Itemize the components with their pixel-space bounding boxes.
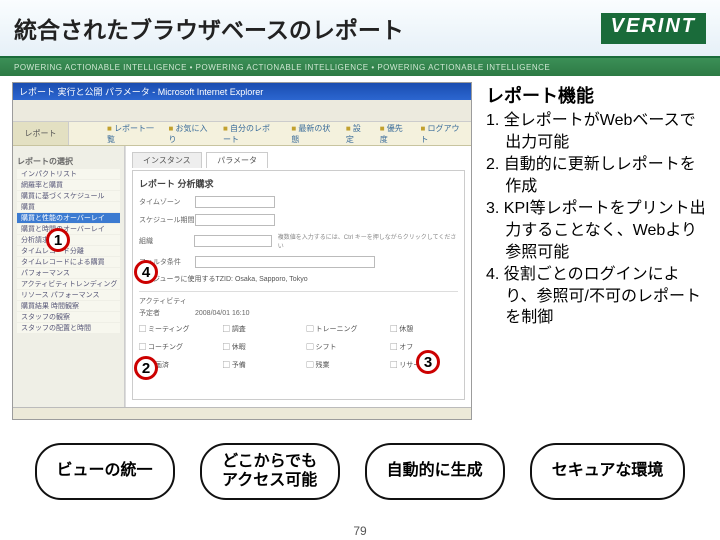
timezone-select[interactable] xyxy=(195,196,275,208)
activity-checkbox[interactable]: 予備 xyxy=(223,360,291,370)
feature-text: レポート機能 1. 全レポートがWebベースで出力可能 2. 自動的に更新しレポ… xyxy=(472,82,708,420)
nav-item[interactable]: 自分のレポート xyxy=(223,123,277,145)
browser-titlebar: レポート 実行と公開 パラメータ - Microsoft Internet Ex… xyxy=(13,83,471,100)
page-number: 79 xyxy=(353,524,366,538)
nav-item[interactable]: 最新の状態 xyxy=(291,123,332,145)
activity-checkbox[interactable]: シフト xyxy=(307,342,375,352)
feature-item: 1. 全レポートがWebベースで出力可能 xyxy=(486,110,708,153)
app-nav: レポート一覧 お気に入り 自分のレポート 最新の状態 設定 優先度 ログアウト xyxy=(97,122,471,145)
feature-heading: レポート機能 xyxy=(486,82,708,108)
tree-heading: レポートの選択 xyxy=(17,156,120,167)
oval-access: どこからでも アクセス可能 xyxy=(200,443,340,500)
callout-2: 2 xyxy=(134,356,158,380)
panel-heading: レポート 分析購求 xyxy=(139,177,214,190)
tab-parameter[interactable]: パラメータ xyxy=(206,152,268,168)
tree-group[interactable]: パフォーマンス xyxy=(17,268,120,278)
tree-item-active[interactable]: 購買と性能のオーバーレイ xyxy=(17,213,120,223)
tab-instance[interactable]: インスタンス xyxy=(132,152,202,168)
filter-input[interactable] xyxy=(195,256,375,268)
tree-item[interactable]: リソース パフォーマンス xyxy=(17,290,120,300)
oval-unified-view: ビューの統一 xyxy=(35,443,175,500)
app-header: レポート レポート一覧 お気に入り 自分のレポート 最新の状態 設定 優先度 ロ… xyxy=(13,122,471,146)
field-label: スケジュール期間 xyxy=(139,215,195,225)
browser-statusbar xyxy=(13,407,471,419)
scheduler-note: スケジューラに使用するTZID: Osaka, Sapporo, Tokyo xyxy=(139,274,458,285)
field-hint: 複数値を入力するには、Ctrl キーを押しながらクリックしてください xyxy=(278,232,458,250)
feature-item: 2. 自動的に更新しレポートを作成 xyxy=(486,154,708,197)
tree-item[interactable]: 購買と時間のオーバーレイ xyxy=(17,224,120,234)
tree-item[interactable]: スタッフの観察 xyxy=(17,312,120,322)
tree-item[interactable]: アクティビティトレンディング xyxy=(17,279,120,289)
nav-item[interactable]: お気に入り xyxy=(168,123,209,145)
tagline-strip: POWERING ACTIONABLE INTELLIGENCE • POWER… xyxy=(0,58,720,76)
nav-item[interactable]: 優先度 xyxy=(380,123,407,145)
date-value: 2008/04/01 16:10 xyxy=(195,310,250,317)
activity-checkbox[interactable]: 残業 xyxy=(307,360,375,370)
callout-3: 3 xyxy=(416,350,440,374)
activity-checkbox[interactable]: 調査 xyxy=(223,324,291,334)
org-select[interactable] xyxy=(194,235,272,247)
callout-4: 4 xyxy=(134,260,158,284)
main-tabs: インスタンス パラメータ xyxy=(132,152,465,170)
nav-item[interactable]: レポート一覧 xyxy=(107,123,154,145)
tree-item[interactable]: 網羅率と購買 xyxy=(17,180,120,190)
feature-item: 4. 役割ごとのログインにより、参照可/不可のレポートを制御 xyxy=(486,264,708,329)
tree-item[interactable]: 購買 xyxy=(17,202,120,212)
form-panel: レポート 分析購求 タイムゾーン スケジュール期間 組織 複数値を入力するには、C… xyxy=(132,170,465,400)
field-label: タイムゾーン xyxy=(139,197,195,207)
field-label: 組織 xyxy=(139,236,194,246)
tree-group[interactable]: 購買に基づくスケジュール xyxy=(17,191,120,201)
activity-checkbox[interactable]: コーチング xyxy=(139,342,207,352)
feature-item: 3. KPI等レポートをプリント出力することなく、Webより参照可能 xyxy=(486,198,708,263)
embedded-screenshot: レポート 実行と公開 パラメータ - Microsoft Internet Ex… xyxy=(12,82,472,420)
tree-group[interactable]: インパクトリスト xyxy=(17,169,120,179)
activity-checkbox[interactable]: トレーニング xyxy=(307,324,375,334)
tree-item[interactable]: タイムレコード分離 xyxy=(17,246,120,256)
title-bar: 統合されたブラウザベースのレポート VERINT xyxy=(0,0,720,58)
callout-1: 1 xyxy=(46,228,70,252)
tree-item[interactable]: タイムレコードによる購買 xyxy=(17,257,120,267)
tree-group[interactable]: 購買結果 時間観察 xyxy=(17,301,120,311)
left-tree: レポートの選択 インパクトリスト 網羅率と購買 購買に基づくスケジュール 購買 … xyxy=(13,146,125,407)
nav-item[interactable]: ログアウト xyxy=(420,123,461,145)
app-side-tab[interactable]: レポート xyxy=(13,122,69,145)
oval-auto: 自動的に生成 xyxy=(365,443,505,500)
activity-checkbox[interactable]: ミーティング xyxy=(139,324,207,334)
period-select[interactable] xyxy=(195,214,275,226)
activity-checkbox[interactable]: 休暇 xyxy=(223,342,291,352)
activity-checkbox[interactable]: 休憩 xyxy=(390,324,458,334)
tree-item[interactable]: スタッフの配置と時間 xyxy=(17,323,120,333)
summary-ovals: ビューの統一 どこからでも アクセス可能 自動的に生成 セキュアな環境 xyxy=(0,443,720,500)
oval-secure: セキュアな環境 xyxy=(530,443,686,500)
slide-title: 統合されたブラウザベースのレポート xyxy=(14,11,404,45)
brand-logo: VERINT xyxy=(601,13,706,44)
date-label: 予定者 xyxy=(139,308,195,318)
nav-item[interactable]: 設定 xyxy=(346,123,366,145)
activity-label: アクティビティ xyxy=(139,296,458,306)
browser-toolbar xyxy=(13,100,471,122)
activity-grid: ミーティング 調査 トレーニング 休憩 コーチング 休暇 シフト オフ 計画済 … xyxy=(139,324,458,370)
